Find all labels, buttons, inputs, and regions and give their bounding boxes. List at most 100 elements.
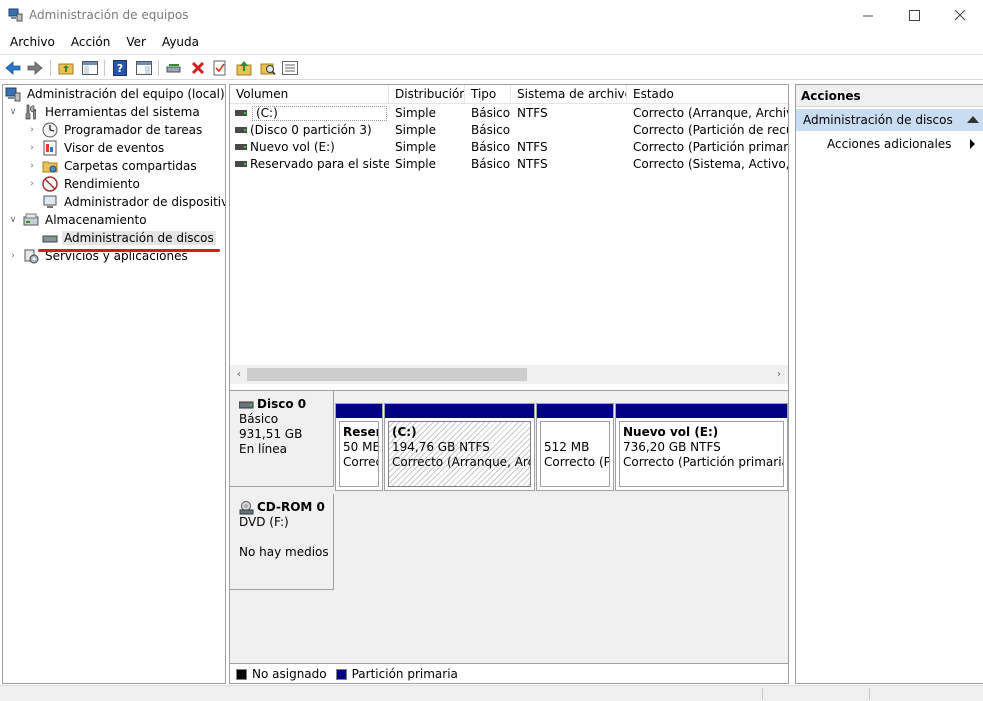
up-folder-button[interactable]: [56, 58, 76, 78]
search-button[interactable]: [258, 58, 278, 78]
check-document-icon: [213, 60, 226, 76]
table-row[interactable]: Nuevo vol (E:) Simple Básico NTFS Correc…: [230, 139, 789, 156]
tree-task-scheduler[interactable]: › Programador de tareas: [26, 121, 204, 139]
tree-storage[interactable]: ∨ Almacenamiento: [7, 211, 149, 229]
volume-layout: Simple: [395, 140, 436, 154]
menu-ayuda[interactable]: Ayuda: [154, 35, 207, 49]
partition-c[interactable]: (C:) 194,76 GB NTFS Correcto (Arranque, …: [384, 403, 535, 491]
cdrom-0-title: CD-ROM 0: [239, 500, 333, 515]
properties-button[interactable]: [210, 58, 230, 78]
forward-button[interactable]: [25, 58, 45, 78]
tree-performance[interactable]: › Rendimiento: [26, 175, 142, 193]
column-header-volume[interactable]: Volumen: [230, 85, 389, 104]
search-folder-icon: [260, 63, 276, 76]
table-row[interactable]: Reservado para el sistema Simple Básico …: [230, 156, 788, 173]
cd-drive-icon: [239, 500, 254, 514]
chevron-right-icon[interactable]: ›: [26, 178, 38, 190]
cdrom-0-name: CD-ROM 0: [257, 500, 325, 514]
actions-section-disk-management[interactable]: Administración de discos: [796, 109, 983, 131]
actions-header: Acciones: [796, 85, 983, 107]
submenu-arrow-icon[interactable]: [970, 139, 975, 149]
actions-section-label: Administración de discos: [803, 113, 953, 127]
connect-button[interactable]: [164, 58, 184, 78]
volume-fs: NTFS: [517, 106, 548, 120]
volume-type: Básico: [471, 106, 511, 120]
partition-recovery[interactable]: 512 MB Correcto (Pa: [536, 403, 614, 491]
maximize-icon: [908, 10, 920, 21]
column-header-filesystem[interactable]: Sistema de archivos: [511, 85, 627, 104]
tree-label: Administración de discos: [62, 231, 216, 245]
chevron-right-icon[interactable]: ›: [26, 142, 38, 154]
toolbar-separator: [104, 60, 105, 76]
scrollbar-thumb[interactable]: [247, 368, 527, 381]
partition-e[interactable]: Nuevo vol (E:) 736,20 GB NTFS Correcto (…: [615, 403, 788, 491]
delete-button[interactable]: [188, 58, 208, 78]
tree-label: Administrador de dispositivos: [64, 195, 226, 209]
partition-size: 194,76 GB NTFS: [392, 440, 490, 454]
volume-fs: NTFS: [517, 140, 548, 154]
chevron-right-icon[interactable]: ›: [7, 250, 19, 262]
tree-device-manager[interactable]: Administrador de dispositivos: [42, 193, 226, 211]
scroll-left-icon[interactable]: ‹: [232, 367, 246, 382]
tree-disk-management[interactable]: Administración de discos: [42, 229, 216, 247]
horizontal-scrollbar[interactable]: ‹ ›: [230, 365, 788, 384]
tree-label: Programador de tareas: [64, 123, 203, 137]
tree-system-tools[interactable]: ∨ Herramientas del sistema: [7, 103, 202, 121]
tree-root[interactable]: Administración del equipo (local): [5, 85, 225, 103]
chevron-right-icon[interactable]: ›: [26, 160, 38, 172]
disk-0-partitions: Reser 50 MB Correc (C:) 194,76 GB NTFS C…: [335, 403, 788, 491]
volume-icon: [235, 144, 247, 150]
menu-bar: Archivo Acción Ver Ayuda: [0, 31, 983, 53]
volume-layout: Simple: [395, 157, 436, 171]
column-header-layout[interactable]: Distribución: [389, 85, 465, 104]
table-row[interactable]: (Disco 0 partición 3) Simple Básico Corr…: [230, 122, 788, 139]
legend: No asignado Partición primaria: [230, 663, 788, 683]
close-icon: [954, 10, 965, 21]
volume-icon: [235, 127, 247, 133]
table-row[interactable]: (C:) Simple Básico NTFS Correcto (Arranq…: [230, 105, 788, 122]
partition-body: Nuevo vol (E:) 736,20 GB NTFS Correcto (…: [619, 421, 784, 487]
arrow-left-icon: [5, 61, 21, 75]
scroll-right-icon[interactable]: ›: [772, 367, 786, 382]
chevron-down-icon[interactable]: ∨: [7, 214, 19, 226]
column-header-type[interactable]: Tipo: [465, 85, 511, 104]
back-button[interactable]: [3, 58, 23, 78]
primary-partition-bar: [336, 404, 382, 418]
partition-size: 512 MB: [544, 440, 590, 454]
more-actions-item[interactable]: Acciones adicionales: [827, 137, 951, 151]
partition-reserved[interactable]: Reser 50 MB Correc: [335, 403, 383, 491]
chevron-down-icon[interactable]: ∨: [7, 106, 19, 118]
menu-archivo[interactable]: Archivo: [2, 35, 63, 49]
show-console-tree-button[interactable]: [80, 58, 100, 78]
tree-shared-folders[interactable]: › Carpetas compartidas: [26, 157, 199, 175]
column-header-status[interactable]: Estado: [627, 85, 788, 104]
close-button[interactable]: [937, 0, 983, 31]
tree-event-viewer[interactable]: › Visor de eventos: [26, 139, 166, 157]
maximize-button[interactable]: [891, 0, 937, 31]
help-button[interactable]: ?: [110, 58, 130, 78]
volume-status: Correcto (Partición primaria): [633, 140, 789, 154]
volume-icon: [235, 161, 247, 167]
disk-drive-icon: [42, 235, 58, 243]
console-tree-pane: Administración del equipo (local) ∨ Herr…: [2, 84, 226, 684]
list-view-button[interactable]: [280, 58, 300, 78]
partition-body: Reser 50 MB Correc: [339, 421, 379, 487]
collapse-up-icon[interactable]: [967, 116, 979, 123]
show-action-pane-button[interactable]: [134, 58, 154, 78]
chevron-right-icon[interactable]: ›: [26, 124, 38, 136]
volume-icon: [235, 110, 247, 116]
import-button[interactable]: [234, 58, 254, 78]
cdrom-0-info[interactable]: CD-ROM 0 DVD (F:) No hay medios: [230, 494, 334, 590]
disk-0-info[interactable]: Disco 0 Básico 931,51 GB En línea: [230, 391, 334, 487]
volume-name: Reservado para el sistema: [250, 157, 389, 171]
minimize-button[interactable]: [845, 0, 891, 31]
partition-status: Correcto (Arranque, Archi: [392, 455, 531, 469]
tree-label: Rendimiento: [64, 177, 140, 191]
status-bar: [0, 685, 983, 701]
menu-ver[interactable]: Ver: [118, 35, 154, 49]
menu-accion[interactable]: Acción: [63, 35, 118, 49]
volume-status: Correcto (Arranque, Archivo d: [633, 106, 788, 120]
action-pane-icon: [136, 61, 152, 75]
volume-name: Nuevo vol (E:): [250, 140, 335, 154]
